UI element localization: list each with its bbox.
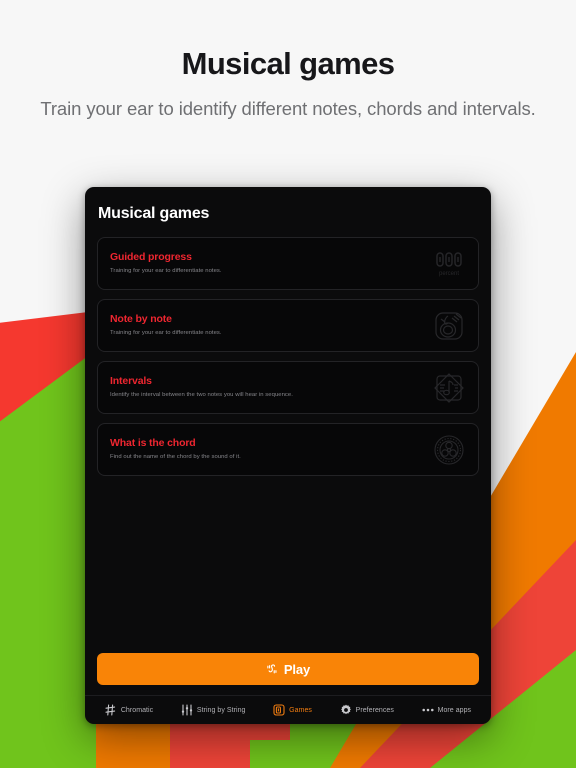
- game-card-list: Guided progress Training for your ear to…: [85, 223, 491, 476]
- nav-label: Games: [289, 706, 312, 714]
- page-subtitle: Train your ear to identify different not…: [40, 97, 536, 119]
- page-title: Musical games: [181, 46, 395, 81]
- card-subtitle: Identify the interval between the two no…: [110, 391, 293, 398]
- card-title: Note by note: [110, 313, 172, 326]
- panel-empty-space: [85, 476, 491, 653]
- nav-label: Preferences: [355, 706, 394, 714]
- gear-icon: [340, 704, 352, 716]
- play-button-label: Play: [283, 661, 311, 677]
- card-text-block: Guided progress Training for your ear to…: [110, 251, 432, 275]
- shape-red-left-lower: [170, 722, 250, 768]
- card-subtitle: Training for your ear to differentiate n…: [110, 267, 222, 274]
- card-title: Guided progress: [110, 251, 192, 264]
- card-title: What is the chord: [110, 437, 196, 450]
- app-panel: Musical games Guided progress Training f…: [85, 187, 491, 724]
- nav-label: Chromatic: [120, 706, 154, 714]
- shape-green-far-left: [0, 700, 80, 768]
- games-card-icon: [273, 704, 285, 716]
- nav-item-preferences[interactable]: Preferences: [340, 704, 394, 716]
- game-card-what-is-the-chord[interactable]: What is the chord Find out the name of t…: [97, 423, 479, 476]
- game-card-intervals[interactable]: Intervals Identify the interval between …: [97, 361, 479, 414]
- game-card-note-by-note[interactable]: Note by note Training for your ear to di…: [97, 299, 479, 352]
- hero-text-block: Musical games Train your ear to identify…: [0, 0, 576, 123]
- play-button-area: Play: [85, 653, 491, 695]
- chord-circle-icon: [432, 433, 466, 467]
- card-text-block: Intervals Identify the interval between …: [110, 375, 432, 399]
- card-subtitle: Training for your ear to differentiate n…: [110, 329, 222, 336]
- bottom-navigation: Chromatic String by String Games Prefere…: [85, 695, 491, 724]
- percent-digits-icon: percent: [432, 247, 466, 281]
- note-circle-icon: [432, 309, 466, 343]
- card-title: Intervals: [110, 375, 152, 388]
- more-dots-icon: [422, 704, 434, 716]
- screenshot-root: Musical games Train your ear to identify…: [0, 0, 576, 768]
- interval-diamond-note-icon: [432, 371, 466, 405]
- strings-sliders-icon: [181, 704, 193, 716]
- percent-label: percent: [439, 271, 459, 277]
- game-card-guided-progress[interactable]: Guided progress Training for your ear to…: [97, 237, 479, 290]
- nav-label: More apps: [437, 706, 472, 714]
- nav-item-chromatic[interactable]: Chromatic: [105, 704, 153, 716]
- card-subtitle: Find out the name of the chord by the so…: [110, 453, 241, 460]
- nav-item-string-by-string[interactable]: String by String: [181, 704, 246, 716]
- tuner-play-icon: [266, 663, 278, 675]
- play-button[interactable]: Play: [97, 653, 479, 685]
- card-text-block: What is the chord Find out the name of t…: [110, 437, 432, 461]
- nav-item-more-apps[interactable]: More apps: [422, 704, 472, 716]
- nav-label: String by String: [196, 706, 246, 714]
- app-title: Musical games: [98, 205, 210, 222]
- sharp-icon: [105, 704, 117, 716]
- nav-item-games[interactable]: Games: [273, 704, 312, 716]
- card-text-block: Note by note Training for your ear to di…: [110, 313, 432, 337]
